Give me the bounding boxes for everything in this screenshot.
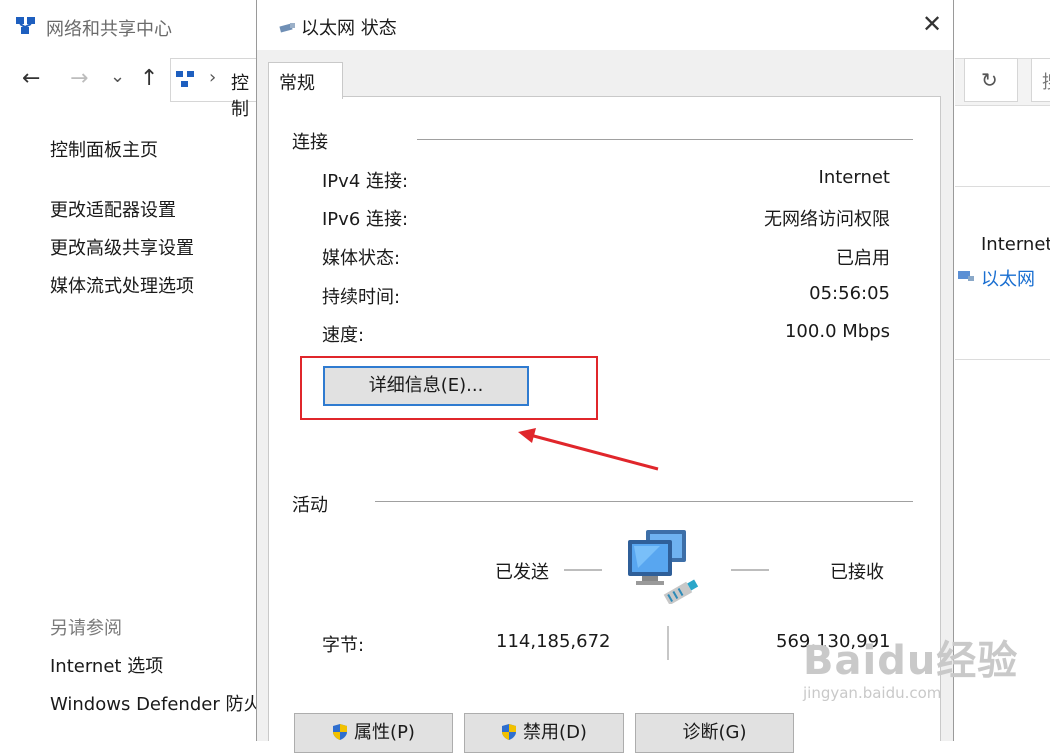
speed-label: 速度: [322, 325, 365, 346]
ethernet-connection-link[interactable]: 以太网 [981, 265, 1035, 291]
network-center-icon [16, 17, 35, 34]
ipv6-label: IPv6 连接: [322, 209, 409, 230]
back-arrow-icon[interactable]: ← [22, 66, 40, 91]
close-icon[interactable]: ✕ [917, 10, 947, 38]
received-line [731, 569, 769, 571]
window-title: 网络和共享中心 [46, 19, 172, 40]
up-arrow-icon[interactable]: ↑ [140, 66, 158, 91]
details-button[interactable]: 详细信息(E)... [323, 366, 529, 406]
tab-general-label: 常规 [279, 73, 315, 94]
sidebar-item-media-streaming[interactable]: 媒体流式处理选项 [50, 272, 194, 298]
network-computers-icon [628, 530, 699, 604]
dialog-titlebar: 以太网 状态 ✕ [257, 0, 953, 50]
ipv6-value: 无网络访问权限 [764, 209, 890, 230]
see-also-firewall[interactable]: Windows Defender 防火 [50, 690, 261, 716]
forward-arrow-icon[interactable]: → [70, 66, 88, 91]
properties-button[interactable]: 属性(P) [294, 713, 453, 753]
sidebar-item-adapter-settings[interactable]: 更改适配器设置 [50, 196, 176, 222]
properties-button-label: 属性(P) [354, 722, 415, 743]
watermark-logo-text: Baidu经验 [803, 638, 1019, 684]
ethernet-icon [279, 23, 295, 33]
sent-line [564, 569, 602, 571]
media-state-value: 已启用 [836, 248, 890, 269]
baidu-watermark: Baidu经验 jingyan.baidu.com [803, 628, 1018, 702]
uac-shield-icon [333, 724, 348, 740]
recent-locations-dropdown-icon[interactable]: ⌄ [110, 66, 125, 87]
sent-label: 已发送 [495, 562, 549, 583]
diagnose-button[interactable]: 诊断(G) [635, 713, 794, 753]
address-bar[interactable]: › 控制 [170, 58, 260, 120]
see-also-heading: 另请参阅 [50, 618, 122, 639]
disable-button[interactable]: 禁用(D) [464, 713, 624, 753]
duration-value: 05:56:05 [809, 283, 890, 304]
dialog-title: 以太网 状态 [301, 18, 397, 39]
sidebar-home-link[interactable]: 控制面板主页 [50, 136, 158, 162]
ipv4-label: IPv4 连接: [322, 171, 409, 192]
duration-label: 持续时间: [322, 287, 401, 308]
disable-button-label: 禁用(D) [523, 722, 587, 743]
access-type-value: Internet [981, 234, 1050, 255]
ethernet-link-icon [958, 271, 974, 281]
ipv4-value: Internet [818, 167, 890, 188]
refresh-icon[interactable]: ↻ [981, 68, 998, 92]
received-label: 已接收 [830, 562, 884, 583]
connection-divider [417, 139, 913, 140]
diagnose-button-label: 诊断(G) [682, 722, 747, 743]
search-placeholder: 搜 [1042, 68, 1050, 94]
breadcrumb-chevron-icon: › [209, 67, 217, 88]
bytes-separator [667, 626, 669, 660]
annotation-arrow-icon [518, 428, 659, 471]
network-breadcrumb-icon [176, 71, 194, 87]
media-state-label: 媒体状态: [322, 248, 401, 269]
see-also-internet-options[interactable]: Internet 选项 [50, 652, 163, 678]
sidebar-item-advanced-sharing[interactable]: 更改高级共享设置 [50, 234, 194, 260]
activity-divider [375, 501, 913, 502]
watermark-url: jingyan.baidu.com [803, 684, 942, 702]
activity-section-heading: 活动 [292, 495, 328, 516]
connection-section-heading: 连接 [292, 132, 328, 153]
uac-shield-icon [502, 724, 517, 740]
tab-general[interactable]: 常规 [268, 62, 343, 99]
bytes-sent-value: 114,185,672 [496, 631, 611, 652]
speed-value: 100.0 Mbps [784, 321, 890, 342]
bytes-label: 字节: [322, 635, 365, 656]
